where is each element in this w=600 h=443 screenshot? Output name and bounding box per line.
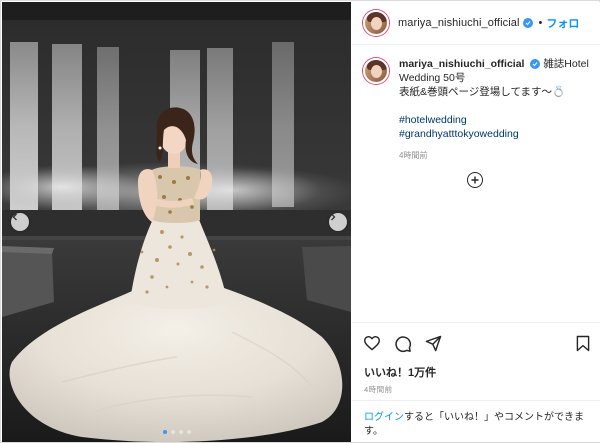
caption-line: 雑誌Hotel [543,58,589,70]
carousel-indicator [2,430,351,434]
post-photo[interactable] [2,2,351,442]
instagram-embed: mariya_nishiuchi_official • フォロ mariya_n… [0,0,600,443]
chevron-right-icon [331,213,336,221]
caption-avatar[interactable] [363,58,389,84]
carousel-dot [178,430,183,434]
follow-button[interactable]: フォロ [546,15,579,31]
avatar[interactable] [363,10,389,36]
chevron-left-icon [12,213,17,221]
caption-line: 表紙&巻頭ページ登場してます〜💍 [399,86,566,98]
divider [352,322,600,323]
caption-username[interactable]: mariya_nishiuchi_official [399,58,524,70]
carousel-next-button[interactable] [329,213,347,231]
carousel-dot [170,430,175,434]
divider [352,400,600,401]
caption-line: Wedding 50号 [399,72,466,84]
comment-icon[interactable] [394,335,412,353]
hashtag-link[interactable]: #hotelwedding [399,113,589,127]
verified-badge-icon [530,59,541,70]
share-icon[interactable] [425,335,442,352]
hashtag-link[interactable]: #grandhyatttokyowedding [399,127,589,141]
login-prompt: ログインすると「いいね！」やコメントができます。 [364,411,590,439]
post-side-panel: mariya_nishiuchi_official • フォロ mariya_n… [352,2,600,442]
carousel-dot [186,430,191,434]
action-bar [363,335,593,357]
caption-timestamp: 4時間前 [399,151,428,160]
wedding-photo-illustration [2,2,351,442]
post-header: mariya_nishiuchi_official • フォロ [352,2,600,45]
bookmark-icon[interactable] [576,335,590,352]
post-caption: mariya_nishiuchi_official 雑誌Hotel Weddin… [352,45,600,163]
heart-icon[interactable] [363,335,381,351]
verified-badge-icon [522,18,533,28]
likes-count[interactable]: いいね！1万件 [364,364,436,380]
carousel-prev-button[interactable] [11,213,29,231]
header-username[interactable]: mariya_nishiuchi_official [398,17,520,29]
header-separator: • [538,17,543,29]
add-comment-icon[interactable] [467,172,483,188]
post-timestamp: 4時間前 [364,385,393,394]
carousel-dot [162,430,167,434]
login-link[interactable]: ログイン [364,412,404,423]
